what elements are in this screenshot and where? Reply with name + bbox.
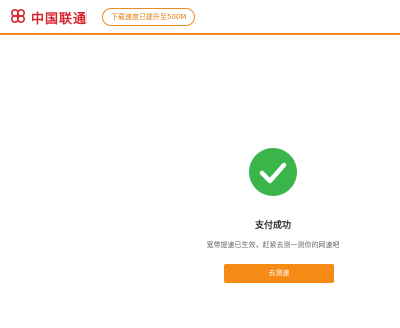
speed-upgrade-badge: 下载速度已提升至500M (102, 8, 196, 26)
china-unicom-logo-icon (10, 8, 26, 24)
speed-test-button[interactable]: 去测速 (224, 264, 334, 283)
payment-success-title: 支付成功 (254, 221, 291, 231)
payment-success-message: 宽带提速已生效，赶紧去测一测你的网速吧 (206, 241, 340, 249)
check-circle-icon (249, 148, 297, 196)
brand-name: 中国联通 (31, 12, 88, 27)
header-divider (86, 10, 87, 24)
top-header: 中国联通 下载速度已提升至500M (0, 0, 400, 35)
